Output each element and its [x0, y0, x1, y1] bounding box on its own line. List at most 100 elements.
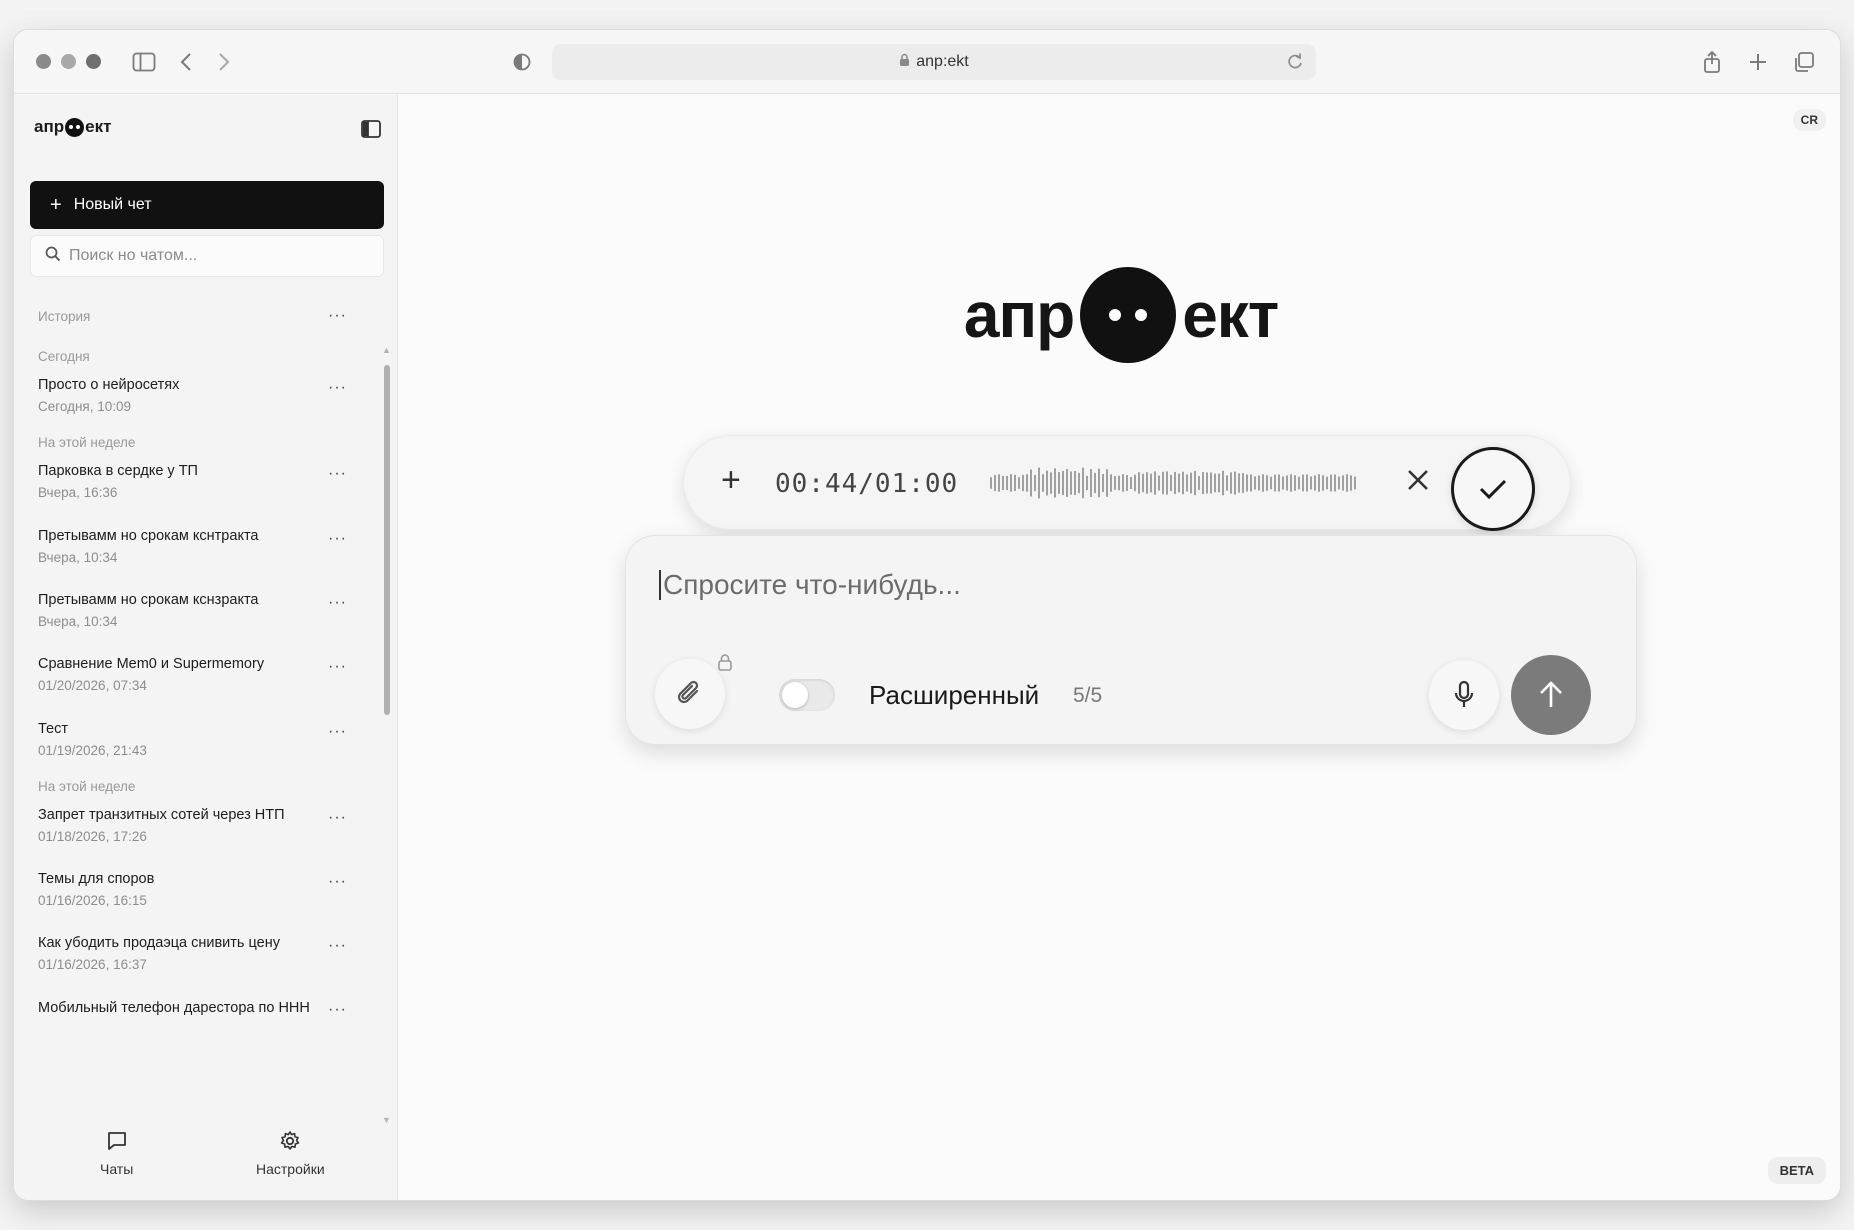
- chat-more-button[interactable]: ···: [328, 873, 347, 891]
- add-icon[interactable]: +: [721, 463, 741, 497]
- chat-date: 01/16/2026, 16:15: [38, 893, 147, 908]
- extended-mode-toggle[interactable]: [779, 679, 835, 711]
- beta-badge: BETA: [1767, 1157, 1826, 1184]
- logo-eyes-icon: [1080, 267, 1177, 363]
- chat-date: 01/16/2026, 16:37: [38, 957, 147, 972]
- lock-icon: [899, 53, 910, 72]
- arrow-up-icon: [1540, 681, 1562, 707]
- collapse-sidebar-icon[interactable]: [360, 119, 382, 144]
- url-text: anp:ekt: [916, 53, 969, 70]
- chat-item[interactable]: Мобильный телефон дарестора по ННН: [38, 1000, 368, 1015]
- new-tab-icon[interactable]: [1744, 48, 1772, 76]
- chat-item[interactable]: Претывамм но срокам кснтракта Вчера, 10:…: [38, 528, 368, 565]
- chat-more-button[interactable]: ···: [328, 809, 347, 827]
- chat-more-button[interactable]: ···: [328, 594, 347, 612]
- back-icon[interactable]: [172, 48, 200, 76]
- chat-item[interactable]: Сравнение Mem0 и Supermemory 01/20/2026,…: [38, 656, 368, 693]
- paperclip-icon: [677, 680, 699, 704]
- section-today: Сегодня: [38, 349, 90, 364]
- chat-search[interactable]: Поиск но чатом...: [30, 235, 384, 277]
- logo-suffix: ект: [85, 117, 112, 136]
- nav-settings[interactable]: Настройки: [256, 1130, 325, 1177]
- lock-icon: [717, 653, 733, 676]
- audio-waveform: [990, 467, 1356, 499]
- chat-item[interactable]: Претывамм но срокам кснзракта Вчера, 10:…: [38, 592, 368, 629]
- nav-chats-label: Чаты: [100, 1161, 134, 1177]
- chat-item[interactable]: Парковка в сердке у ТП Вчера, 16:36: [38, 463, 368, 500]
- search-placeholder: Поиск но чатом...: [69, 247, 198, 264]
- chat-more-button[interactable]: ···: [328, 937, 347, 955]
- chat-item[interactable]: Тест 01/19/2026, 21:43: [38, 721, 368, 758]
- tab-overview-icon[interactable]: [1790, 48, 1818, 76]
- chat-date: Вчера, 10:34: [38, 614, 118, 629]
- microphone-button[interactable]: [1429, 660, 1499, 730]
- chat-date: 01/19/2026, 21:43: [38, 743, 147, 758]
- cr-badge[interactable]: CR: [1792, 109, 1826, 131]
- chat-date: Вчера, 10:34: [38, 550, 118, 565]
- main-area: CR апр ект + 00:44/01:00 Спросите что-ни…: [399, 95, 1840, 1200]
- sidebar-scrollbar[interactable]: [384, 365, 390, 715]
- chat-more-button[interactable]: ···: [328, 379, 347, 397]
- sidebar: апр ект + Новый чет Поиск но чатом... Ис…: [14, 95, 398, 1200]
- message-input[interactable]: [663, 569, 1563, 601]
- plus-icon: +: [50, 194, 62, 216]
- chat-more-button[interactable]: ···: [328, 465, 347, 483]
- logo-suffix: ект: [1182, 279, 1279, 351]
- chat-date: 01/20/2026, 07:34: [38, 678, 147, 693]
- close-window-button[interactable]: [36, 54, 51, 69]
- chat-title: Запрет транзитных сотей через НТП: [38, 807, 285, 823]
- toggle-knob: [782, 682, 808, 708]
- nav-chats[interactable]: Чаты: [100, 1130, 133, 1177]
- browser-titlebar: anp:ekt: [14, 30, 1840, 94]
- chat-date: 01/18/2026, 17:26: [38, 829, 147, 844]
- history-more-button[interactable]: ···: [328, 307, 347, 325]
- chat-item[interactable]: Как убодить продаэца снивить цену 01/16/…: [38, 935, 368, 972]
- attach-button[interactable]: [655, 659, 725, 729]
- browser-window: anp:ekt апр ект + Новый чет Поиск но чат…: [14, 30, 1840, 1200]
- cancel-recording-icon[interactable]: [1403, 465, 1433, 500]
- message-composer: Расширенный 5/5: [625, 535, 1637, 745]
- sidebar-toggle-icon[interactable]: [130, 48, 158, 76]
- gear-icon: [279, 1130, 301, 1155]
- address-bar[interactable]: anp:ekt: [552, 44, 1316, 80]
- nav-settings-label: Настройки: [256, 1161, 325, 1177]
- chat-item[interactable]: Просто о нейросетях Сегодня, 10:09: [38, 377, 368, 414]
- new-chat-button[interactable]: + Новый чет: [30, 181, 384, 229]
- sidebar-bottom-nav: Чаты Настройки: [14, 1130, 398, 1200]
- sidebar-logo: апр ект: [34, 117, 111, 137]
- chat-title: Темы для споров: [38, 871, 155, 887]
- voice-recorder-bar: + 00:44/01:00: [683, 435, 1571, 531]
- logo-eyes-icon: [65, 117, 85, 137]
- history-header: История: [38, 309, 91, 324]
- scroll-down-arrow-icon[interactable]: ▼: [382, 1115, 391, 1125]
- chat-history-list: История ··· Сегодня Просто о нейросетях …: [14, 295, 374, 1015]
- minimize-window-button[interactable]: [61, 54, 76, 69]
- share-icon[interactable]: [1698, 48, 1726, 76]
- chat-more-button[interactable]: ···: [328, 1001, 347, 1015]
- scroll-up-arrow-icon[interactable]: ▲: [382, 345, 391, 355]
- chat-item[interactable]: Темы для споров 01/16/2026, 16:15: [38, 871, 368, 908]
- send-button[interactable]: [1511, 655, 1591, 735]
- new-chat-label: Новый чет: [73, 196, 152, 213]
- privacy-shield-icon[interactable]: [508, 48, 536, 76]
- chat-title: Претывамм но срокам кснтракта: [38, 528, 259, 544]
- section-this-week: На этой неделе: [38, 435, 136, 450]
- zoom-window-button[interactable]: [86, 54, 101, 69]
- confirm-recording-button[interactable]: [1451, 447, 1535, 531]
- chat-bubble-icon: [106, 1130, 128, 1155]
- chat-title: Просто о нейросетях: [38, 377, 180, 393]
- window-controls: [36, 54, 101, 69]
- chat-more-button[interactable]: ···: [328, 723, 347, 741]
- reload-icon[interactable]: [1286, 51, 1304, 76]
- chat-more-button[interactable]: ···: [328, 530, 347, 548]
- recording-timer: 00:44/01:00: [775, 469, 959, 499]
- chat-title: Сравнение Mem0 и Supermemory: [38, 656, 265, 672]
- forward-icon[interactable]: [210, 48, 238, 76]
- chat-more-button[interactable]: ···: [328, 658, 347, 676]
- microphone-icon: [1454, 680, 1474, 707]
- extended-mode-count: 5/5: [1073, 684, 1103, 707]
- logo-prefix: апр: [34, 117, 65, 136]
- chat-date: Сегодня, 10:09: [38, 399, 132, 414]
- chat-item[interactable]: Запрет транзитных сотей через НТП 01/18/…: [38, 807, 368, 844]
- search-icon: [45, 246, 61, 267]
